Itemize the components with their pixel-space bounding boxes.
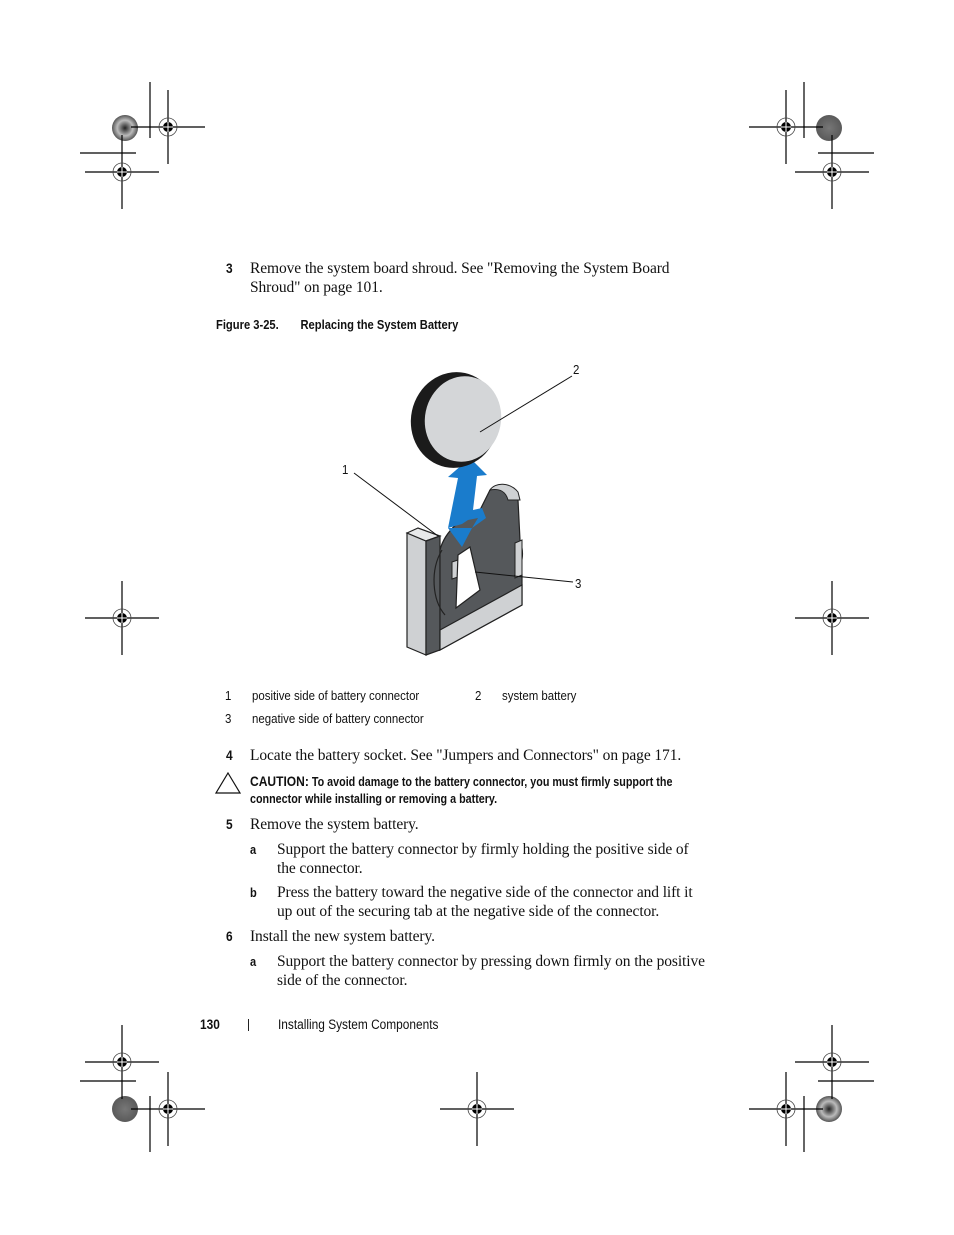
system-battery-illustration (410, 372, 502, 468)
legend-text: negative side of battery connector (252, 711, 424, 726)
legend-number: 3 (225, 711, 232, 726)
registration-crosshair-icon (130, 1071, 206, 1147)
substep-text-line: Support the battery connector by firmly … (277, 841, 689, 858)
substep-text: Support the battery connector by pressin… (277, 952, 705, 990)
caution-icon (215, 772, 241, 794)
footer-section-title: Installing System Components (278, 1017, 439, 1032)
registration-crosshair-icon (84, 580, 160, 656)
legend-text: positive side of battery connector (252, 688, 420, 703)
callout-number-1: 1 (342, 462, 349, 477)
crop-mark-top-left (80, 82, 206, 210)
step-number: 4 (226, 747, 233, 763)
caution-label: CAUTION: (250, 773, 309, 789)
substep-text-line: Support the battery connector by pressin… (277, 953, 705, 970)
substep-text-line: the connector. (277, 860, 363, 877)
step-text-line: Remove the system battery. (250, 816, 419, 833)
registration-crosshair-icon (794, 580, 870, 656)
registration-crosshair-icon (130, 89, 206, 165)
star-target-icon (112, 115, 138, 141)
step-text: Locate the battery socket. See "Jumpers … (250, 746, 681, 765)
substep-text-line: Press the battery toward the negative si… (277, 884, 693, 901)
substep-letter: a (250, 954, 257, 969)
substep-text: Press the battery toward the negative si… (277, 883, 693, 921)
caution-text-line: connector while installing or removing a… (250, 792, 498, 806)
step-text-line: Install the new system battery. (250, 928, 435, 945)
step-text: Remove the system battery. (250, 815, 419, 834)
crop-mark-bottom-left (80, 1024, 206, 1152)
step-text-line: Shroud" on page 101. (250, 279, 383, 296)
step-number: 3 (226, 260, 233, 276)
page-number: 130 (200, 1016, 220, 1032)
substep-text: Support the battery connector by firmly … (277, 840, 689, 878)
figure-caption: Figure 3-25. Replacing the System Batter… (216, 317, 458, 332)
legend-number: 1 (225, 688, 232, 703)
step-text-line: Locate the battery socket. See "Jumpers … (250, 747, 682, 764)
substep-letter: a (250, 842, 257, 857)
registration-crosshair-icon (84, 1024, 160, 1100)
step-number: 6 (226, 928, 233, 944)
gray-target-icon (816, 115, 842, 141)
registration-crosshair-icon (794, 134, 870, 210)
substep-text-line: side of the connector. (277, 972, 408, 989)
registration-crosshair-icon (84, 134, 160, 210)
figure-caption-title: Replacing the System Battery (300, 317, 459, 332)
registration-crosshair-icon (748, 1071, 824, 1147)
registration-crosshair-icon (794, 1024, 870, 1100)
caution-notice: CAUTION: To avoid damage to the battery … (250, 773, 740, 808)
step-text-line: Remove the system board shroud. See "Rem… (250, 260, 670, 277)
step-text: Install the new system battery. (250, 927, 435, 946)
crop-mark-bottom-right (748, 1024, 874, 1152)
legend-text: system battery (502, 688, 577, 703)
footer-divider (248, 1019, 249, 1031)
substep-text-line: up out of the securing tab at the negati… (277, 903, 660, 920)
substep-letter: b (250, 885, 257, 900)
callout-number-2: 2 (573, 362, 580, 377)
step-number: 5 (226, 816, 233, 832)
callout-leader-1 (353, 472, 439, 537)
figure-caption-label: Figure 3-25. (216, 317, 279, 332)
caution-text-line: To avoid damage to the battery connector… (311, 775, 673, 789)
registration-crosshair-icon (748, 89, 824, 165)
crop-mark-top-right (748, 82, 874, 210)
step-text: Remove the system board shroud. See "Rem… (250, 259, 670, 297)
registration-crosshair-icon (439, 1071, 515, 1147)
callout-number-3: 3 (575, 576, 582, 591)
legend-number: 2 (475, 688, 482, 703)
battery-figure (353, 372, 574, 656)
